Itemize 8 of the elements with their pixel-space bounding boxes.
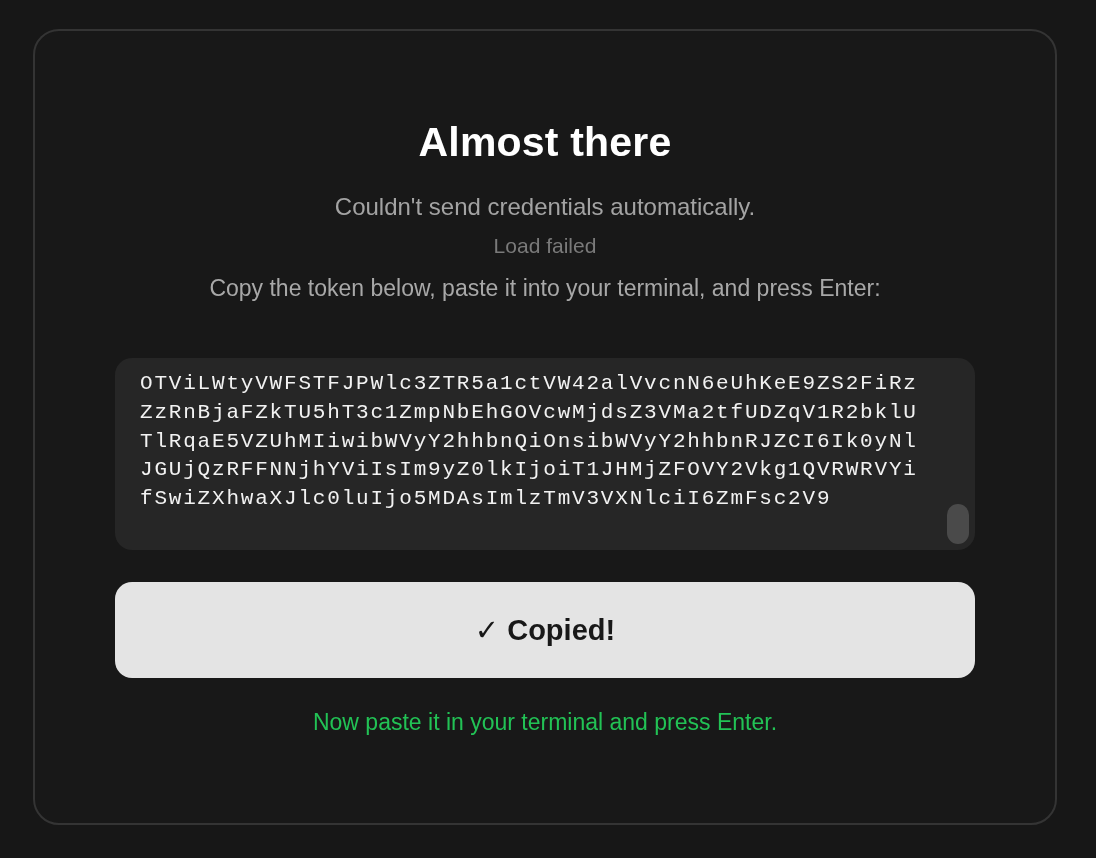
error-text: Load failed xyxy=(493,233,597,259)
instruction-text: Copy the token below, paste it into your terminal, and press Enter: xyxy=(209,274,881,302)
subtitle-text: Couldn't send credentials automatically. xyxy=(334,192,756,222)
dialog-title: Almost there xyxy=(418,118,672,167)
copied-button[interactable]: ✓ Copied! xyxy=(115,582,975,678)
token-field[interactable]: OTViLWtyVWFSTFJPWlc3ZTR5a1ctVW42alVvcnN6eUhKeE9ZS2FiRzZzRnBjaFZkTU5hT3c1ZmpNbEhGOVcwMjdsZ3VMa2tfUDZqV1R2bklUTlRqaE5VZUhMIiwibWVyY2hhbnQiOnsibWVyY2hhbnRJZCI6Ik0yNlJGUjQzRFFNNjhYViIsIm9yZ0lkIjoiT1JHMjZFOVY2Vkg1QVRWRVYifSwiZXhwaXJlc0luIjo5MDAsImlzTmV3VXNlciI6ZmFsc2V9 xyxy=(115,358,975,550)
scrollbar-thumb[interactable] xyxy=(947,504,969,544)
status-message: Now paste it in your terminal and press Enter. xyxy=(312,708,778,737)
